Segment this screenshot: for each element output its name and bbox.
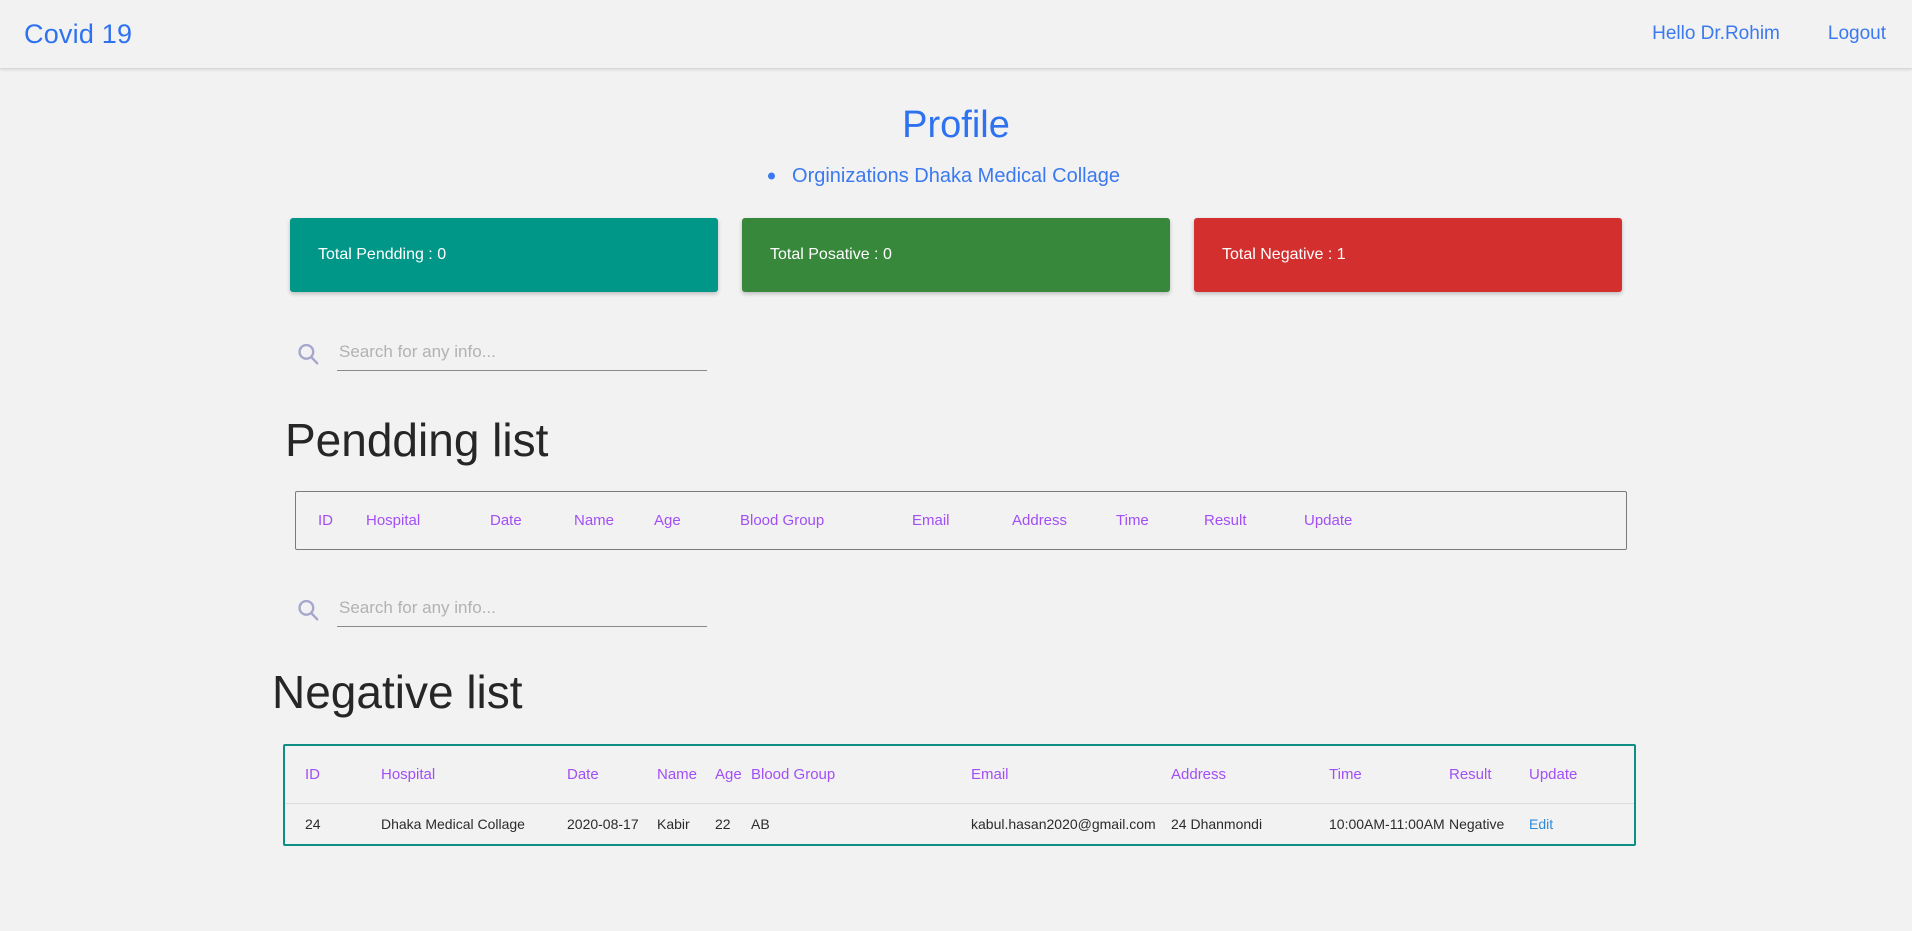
- negative-table-body: 24 Dhaka Medical Collage 2020-08-17 Kabir 22…: [285, 802, 1634, 844]
- negative-table-head: ID Hospital Date Name Age Blood Group Em…: [285, 746, 1634, 804]
- table-row: 24 Dhaka Medical Collage 2020-08-17 Kabir 22…: [285, 802, 1634, 844]
- pendding-table: ID Hospital Date Name Age Blood Group Em…: [296, 492, 1626, 549]
- search-bar-pendding: [0, 337, 1912, 371]
- table-cell-date: 2020-08-17: [567, 802, 657, 844]
- table-header-row: ID Hospital Date Name Age Blood Group Em…: [296, 492, 1626, 549]
- pendding-table-container: ID Hospital Date Name Age Blood Group Em…: [295, 491, 1627, 551]
- table-cell-hospital: Dhaka Medical Collage: [381, 802, 567, 844]
- search-input-pendding[interactable]: [337, 337, 707, 371]
- column-header-name[interactable]: Name: [574, 492, 654, 549]
- column-header-age[interactable]: Age: [654, 492, 740, 549]
- column-header-hospital[interactable]: Hospital: [366, 492, 490, 549]
- column-header-hospital[interactable]: Hospital: [381, 746, 567, 804]
- column-header-email[interactable]: Email: [912, 492, 1012, 549]
- organization-label: Orginizations Dhaka Medical Collage: [792, 164, 1120, 187]
- table-header-row: ID Hospital Date Name Age Blood Group Em…: [285, 746, 1634, 804]
- column-header-address[interactable]: Address: [1012, 492, 1116, 549]
- search-icon: [295, 341, 321, 367]
- pendding-table-head: ID Hospital Date Name Age Blood Group Em…: [296, 492, 1626, 549]
- column-header-id[interactable]: ID: [296, 492, 366, 549]
- stat-card-posative-label: Total Posative : 0: [770, 245, 892, 263]
- search-bar-negative: [0, 594, 1912, 628]
- organization-list: Orginizations Dhaka Medical Collage: [0, 165, 1912, 188]
- organization-list-item: Orginizations Dhaka Medical Collage: [768, 164, 1120, 188]
- edit-link[interactable]: Edit: [1529, 816, 1553, 832]
- column-header-time[interactable]: Time: [1329, 746, 1449, 804]
- search-icon: [295, 597, 321, 623]
- negative-table-container: ID Hospital Date Name Age Blood Group Em…: [283, 743, 1636, 846]
- table-cell-result: Negative: [1449, 802, 1529, 844]
- stat-card-pendding: Total Pendding : 0: [290, 217, 718, 292]
- navbar-right-group: Hello Dr.Rohim Logout: [1652, 23, 1886, 45]
- table-cell-email: kabul.hasan2020@gmail.com: [971, 802, 1171, 844]
- top-navbar: Covid 19 Hello Dr.Rohim Logout: [0, 0, 1912, 69]
- stat-card-pendding-label: Total Pendding : 0: [318, 245, 447, 263]
- logout-link[interactable]: Logout: [1828, 23, 1886, 45]
- column-header-date[interactable]: Date: [567, 746, 657, 804]
- table-cell-blood-group: AB: [751, 802, 971, 844]
- column-header-blood-group[interactable]: Blood Group: [740, 492, 912, 549]
- column-header-result[interactable]: Result: [1449, 746, 1529, 804]
- table-cell-update[interactable]: Edit: [1529, 802, 1634, 844]
- pendding-section-title: Pendding list: [285, 413, 549, 466]
- negative-section-title: Negative list: [272, 666, 523, 719]
- page-title: Profile: [902, 104, 1010, 146]
- search-input-negative[interactable]: [337, 594, 707, 628]
- table-cell-time: 10:00AM-11:00AM: [1329, 802, 1449, 844]
- table-cell-age: 22: [715, 802, 751, 844]
- column-header-address[interactable]: Address: [1171, 746, 1329, 804]
- negative-table: ID Hospital Date Name Age Blood Group Em…: [285, 746, 1634, 844]
- column-header-time[interactable]: Time: [1116, 492, 1204, 549]
- brand-logo[interactable]: Covid 19: [24, 19, 132, 50]
- stat-card-negative-label: Total Negative : 1: [1222, 245, 1346, 263]
- column-header-update[interactable]: Update: [1304, 492, 1626, 549]
- stat-card-negative: Total Negative : 1: [1194, 217, 1622, 292]
- column-header-id[interactable]: ID: [285, 746, 381, 804]
- stat-cards: Total Pendding : 0 Total Posative : 0 To…: [0, 217, 1912, 292]
- column-header-result[interactable]: Result: [1204, 492, 1304, 549]
- page-content: Profile Orginizations Dhaka Medical Coll…: [0, 69, 1912, 931]
- column-header-name[interactable]: Name: [657, 746, 715, 804]
- column-header-email[interactable]: Email: [971, 746, 1171, 804]
- bullet-icon: [768, 172, 776, 180]
- column-header-blood-group[interactable]: Blood Group: [751, 746, 971, 804]
- table-cell-name: Kabir: [657, 802, 715, 844]
- stat-card-posative: Total Posative : 0: [742, 217, 1170, 292]
- table-cell-address: 24 Dhanmondi: [1171, 802, 1329, 844]
- table-cell-id: 24: [285, 802, 381, 844]
- column-header-update[interactable]: Update: [1529, 746, 1634, 804]
- greeting-link[interactable]: Hello Dr.Rohim: [1652, 23, 1780, 45]
- column-header-age[interactable]: Age: [715, 746, 751, 804]
- column-header-date[interactable]: Date: [490, 492, 574, 549]
